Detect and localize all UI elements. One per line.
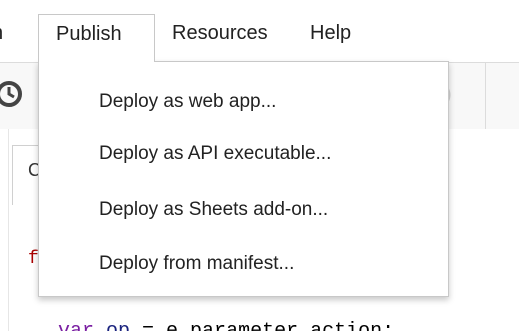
menu-help[interactable]: Help	[310, 14, 351, 62]
menu-item-deploy-from-manifest-label: Deploy from manifest...	[99, 253, 295, 274]
menu-item-deploy-from-manifest[interactable]: Deploy from manifest...	[39, 238, 448, 290]
menu-item-clipped[interactable]: n	[0, 14, 14, 62]
menu-resources[interactable]: Resources	[172, 14, 268, 62]
menu-resources-label: Resources	[172, 22, 268, 44]
editor-gutter	[0, 129, 9, 331]
toolbar-divider	[485, 63, 486, 129]
menu-item-clipped-label: n	[0, 14, 3, 52]
menu-item-deploy-web-app[interactable]: Deploy as web app...	[39, 76, 448, 128]
menu-item-deploy-api-executable[interactable]: Deploy as API executable...	[39, 128, 448, 180]
clock-icon[interactable]	[0, 79, 24, 109]
menu-item-deploy-sheets-addon-label: Deploy as Sheets add-on...	[99, 199, 329, 220]
menu-help-label: Help	[310, 22, 352, 44]
code-line: var op = e.parameter.action;	[58, 320, 394, 331]
menu-item-deploy-api-executable-label: Deploy as API executable...	[99, 143, 332, 164]
menu-item-deploy-web-app-label: Deploy as web app...	[99, 91, 277, 112]
menubar: n Publish Resources Help	[0, 0, 519, 62]
publish-dropdown-menu: Deploy as web app... Deploy as API execu…	[38, 61, 449, 297]
menu-item-deploy-sheets-addon[interactable]: Deploy as Sheets add-on...	[39, 184, 448, 236]
code-variable: op	[106, 320, 130, 331]
code-rest: = e.parameter.action;	[130, 320, 394, 331]
app-window: n Publish Resources Help C f	[0, 0, 519, 331]
code-keyword: var	[58, 320, 94, 331]
menu-publish-label: Publish	[56, 23, 122, 45]
menu-publish[interactable]: Publish	[38, 14, 155, 62]
